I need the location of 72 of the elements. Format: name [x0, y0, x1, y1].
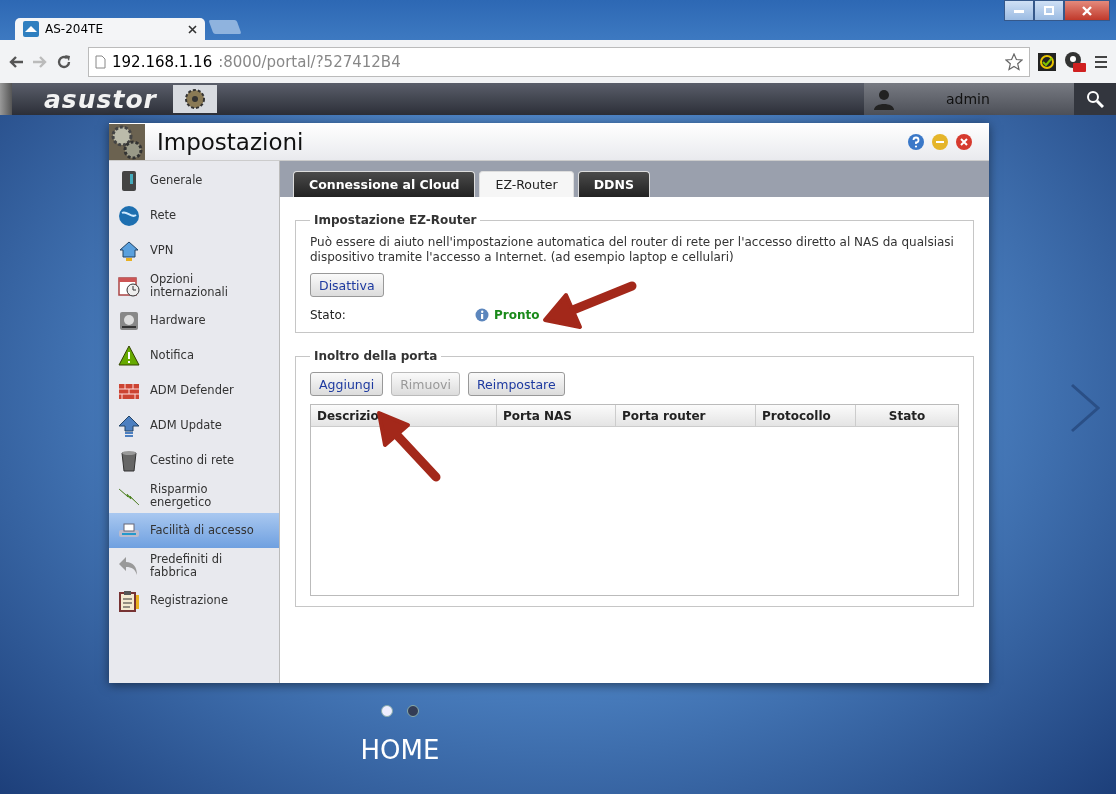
warning-icon: [118, 344, 140, 367]
status-label: Stato:: [310, 308, 347, 322]
search-icon: [1086, 90, 1104, 108]
close-icon: [1082, 5, 1092, 16]
minimize-icon: [1014, 8, 1024, 13]
user-icon: [874, 88, 894, 110]
minimize-button[interactable]: [1004, 0, 1034, 21]
page-dot[interactable]: [407, 705, 419, 717]
sidebar-item[interactable]: Predefiniti di fabbrica: [109, 548, 279, 583]
extension-icon[interactable]: [1038, 52, 1056, 71]
section-title: Inoltro della porta: [313, 349, 439, 363]
settings-app-button[interactable]: [172, 85, 217, 113]
globe-icon: [118, 204, 140, 227]
user-name: admin: [946, 91, 990, 107]
star-icon[interactable]: [1005, 52, 1023, 71]
url-host: 192.168.1.16: [112, 52, 213, 71]
address-bar[interactable]: 192.168.1.16 :8000/portal/?527412B4: [88, 46, 1030, 77]
sidebar-item[interactable]: Notifica: [109, 338, 279, 373]
menu-icon[interactable]: [1094, 54, 1108, 69]
house-icon: [118, 239, 140, 262]
sidebar-item[interactable]: Cestino di rete: [109, 443, 279, 478]
tab[interactable]: Connessione al Cloud: [293, 171, 476, 197]
window-title: Impostazioni: [157, 128, 305, 155]
page-dot[interactable]: [381, 705, 393, 717]
sidebar-item[interactable]: VPN: [109, 233, 279, 268]
maximize-icon: [1044, 6, 1054, 15]
gears-icon: [183, 88, 206, 110]
sidebar-item[interactable]: ADM Defender: [109, 373, 279, 408]
clipboard-icon: [118, 589, 140, 612]
toolbar-button[interactable]: Aggiungi: [310, 372, 384, 396]
disable-button[interactable]: Disattiva: [310, 273, 384, 297]
toolbar-button[interactable]: Reimpostare: [467, 372, 565, 396]
extension-off-icon[interactable]: [1064, 50, 1086, 73]
nas-logo-icon: [23, 21, 39, 37]
close-icon[interactable]: [188, 24, 197, 34]
panel-grip[interactable]: [0, 83, 12, 115]
sidebar-item[interactable]: ADM Update: [109, 408, 279, 443]
browser-tab[interactable]: AS-204TE: [15, 18, 205, 40]
sidebar-item[interactable]: Rete: [109, 198, 279, 233]
description-text: Può essere di aiuto nell'impostazione automatica del router di rete per l'accesso diretto al NAS da qualsiasi dispositivo tramite l'accesso a Internet. (ad esempio laptop e cellulari): [310, 235, 955, 265]
annotation-arrow: [377, 411, 441, 482]
tab[interactable]: EZ-Router: [479, 171, 574, 197]
close-button[interactable]: [1064, 0, 1110, 21]
column-header[interactable]: Protocollo: [756, 405, 856, 426]
tab[interactable]: DDNS: [577, 171, 650, 197]
sidebar-item[interactable]: Opzioni internazionali: [109, 268, 279, 303]
page-icon: [95, 54, 106, 69]
up-arrow-icon: [118, 414, 140, 437]
column-header[interactable]: Porta NAS: [497, 405, 616, 426]
logo: asustor: [44, 84, 157, 114]
trash-can-icon: [118, 449, 140, 472]
column-header[interactable]: Porta router: [616, 405, 756, 426]
sidebar-item[interactable]: Risparmio energetico: [109, 478, 279, 513]
sidebar-item[interactable]: Generale: [109, 163, 279, 198]
calendar-clock-icon: [118, 274, 140, 297]
back-icon[interactable]: [8, 54, 24, 69]
hard-drive-icon: [118, 309, 140, 332]
info-icon: [475, 308, 489, 322]
tab-title: AS-204TE: [45, 22, 104, 36]
section-title: Impostazione EZ-Router: [313, 213, 478, 227]
maximize-button[interactable]: [1034, 0, 1064, 21]
sidebar-item[interactable]: Facilità di accesso: [109, 513, 279, 548]
url-path: :8000/portal/?527412B4: [218, 52, 402, 71]
reload-icon[interactable]: [56, 53, 72, 70]
home-label: HOME: [360, 735, 440, 765]
help-icon[interactable]: [907, 132, 925, 151]
gears-icon: [109, 123, 145, 160]
search-button[interactable]: [1074, 83, 1116, 115]
column-header[interactable]: Stato: [856, 405, 958, 426]
sidebar-item[interactable]: Hardware: [109, 303, 279, 338]
sidebar-item[interactable]: Registrazione: [109, 583, 279, 618]
status-value: Pronto: [494, 308, 540, 322]
